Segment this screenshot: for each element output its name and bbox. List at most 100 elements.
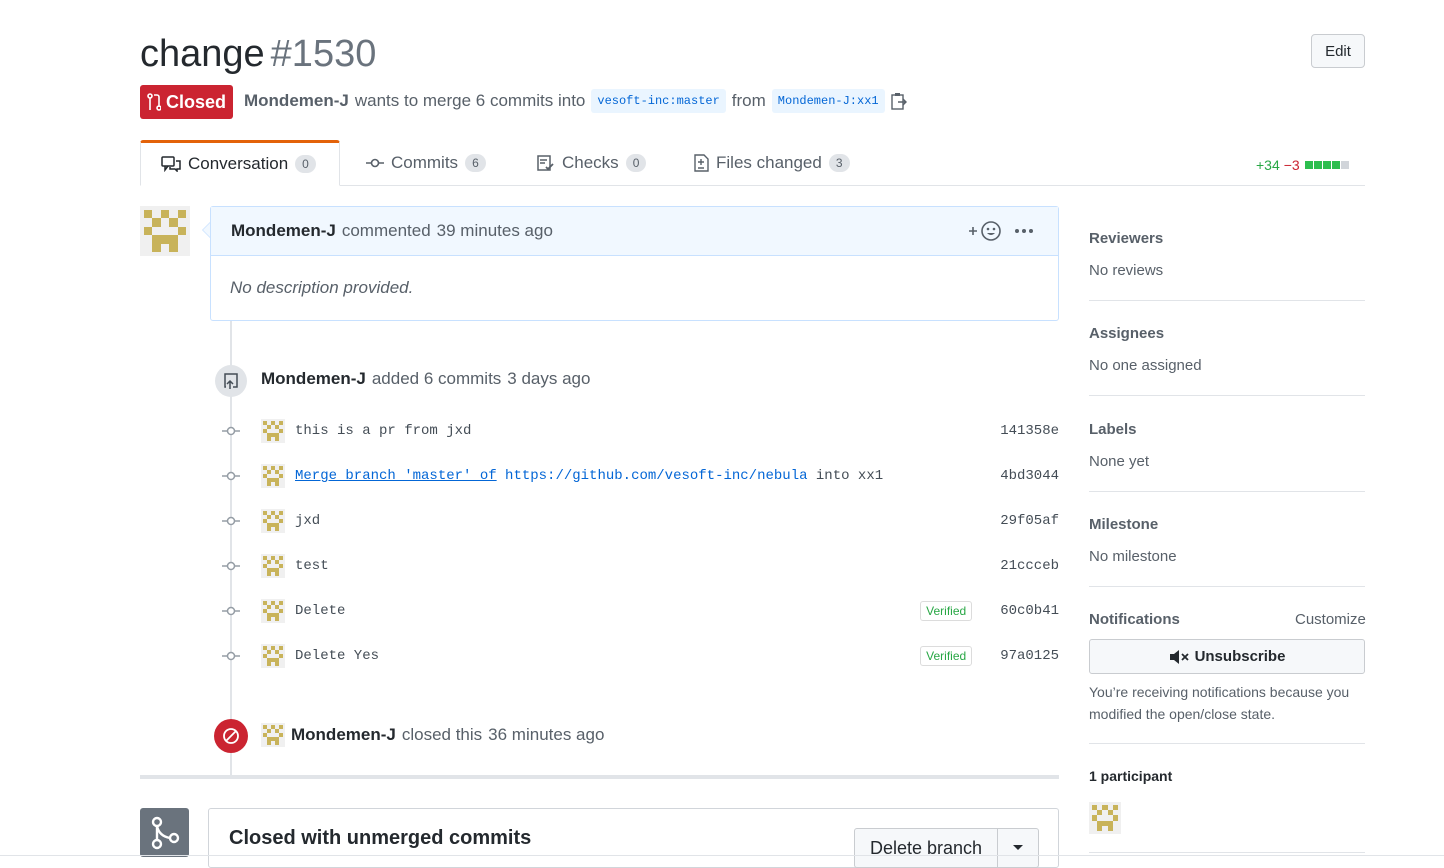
commit-row: Delete Verified 60c0b41 — [222, 596, 1059, 626]
labels-heading[interactable]: Labels — [1089, 421, 1137, 438]
kebab-horizontal-icon[interactable] — [1008, 220, 1038, 242]
reviewers-heading[interactable]: Reviewers — [1089, 230, 1163, 247]
edit-button[interactable]: Edit — [1311, 34, 1365, 68]
status-label: Closed — [165, 91, 226, 112]
repo-push-icon — [224, 373, 238, 389]
closed-badge — [214, 719, 248, 753]
sidebar-divider — [1089, 743, 1365, 744]
commit-sha[interactable]: 141358e — [1000, 423, 1059, 439]
tab-label: Files changed — [716, 153, 822, 172]
event-time[interactable]: 36 minutes ago — [488, 725, 604, 745]
mute-icon — [1169, 649, 1189, 664]
git-commit-icon — [366, 158, 384, 168]
event-author[interactable]: Mondemen-J — [291, 725, 396, 745]
commit-sha[interactable]: 29f05af — [1000, 513, 1059, 529]
pr-number: #1530 — [270, 33, 377, 75]
git-merge-icon — [151, 816, 179, 849]
comment-box: Mondemen-J commented 39 minutes ago No d… — [210, 206, 1059, 321]
avatar[interactable] — [261, 599, 285, 623]
verified-badge[interactable]: Verified — [920, 601, 973, 621]
commit-message-suffix: into xx1 — [815, 468, 884, 484]
sidebar-divider — [1089, 395, 1365, 396]
commit-dot-icon — [222, 422, 240, 440]
commit-dot-icon — [222, 512, 240, 530]
assignees-value: No one assigned — [1089, 357, 1202, 374]
tab-counter: 3 — [828, 154, 850, 172]
author-link[interactable]: Mondemen-J — [244, 91, 349, 111]
avatar[interactable] — [261, 509, 285, 533]
commit-row: Delete Yes Verified 97a0125 — [222, 641, 1059, 671]
avatar[interactable] — [261, 644, 285, 668]
pr-title: change #1530 — [140, 30, 376, 78]
commit-message[interactable]: Delete Yes — [295, 648, 920, 664]
merge-text: wants to merge 6 commits into — [354, 91, 586, 110]
commit-sha[interactable]: 4bd3044 — [1000, 468, 1059, 484]
tab-checks[interactable]: Checks 0 — [537, 140, 647, 186]
commit-sha[interactable]: 21ccceb — [1000, 558, 1059, 574]
commit-message[interactable]: test — [295, 558, 1000, 574]
commit-message[interactable]: jxd — [295, 513, 1000, 529]
customize-link[interactable]: Customize — [1295, 611, 1366, 628]
avatar[interactable] — [261, 554, 285, 578]
commit-message-link[interactable]: Merge branch 'master' of — [295, 468, 497, 484]
avatar[interactable] — [261, 419, 285, 443]
comment-caret-inner — [203, 223, 210, 237]
diffstat-bar — [1304, 161, 1349, 169]
commit-message[interactable]: this is a pr from jxd — [295, 423, 1000, 439]
assignees-heading[interactable]: Assignees — [1089, 325, 1164, 342]
tab-counter: 0 — [295, 155, 316, 173]
event-time[interactable]: 3 days ago — [507, 369, 590, 389]
add-reaction-icon[interactable] — [968, 220, 1002, 242]
event-author[interactable]: Mondemen-J — [261, 369, 366, 389]
participants-heading: 1 participant — [1089, 768, 1173, 784]
tab-label: Commits — [391, 153, 459, 172]
merge-status-icon — [140, 808, 189, 857]
pr-title-text: change — [140, 33, 265, 75]
comment-body: No description provided. — [230, 278, 414, 297]
repo-push-badge — [215, 365, 247, 397]
event-text: closed this — [401, 725, 483, 744]
base-branch-ref[interactable]: vesoft-inc:master — [591, 89, 726, 113]
comment-time[interactable]: 39 minutes ago — [437, 221, 553, 241]
comment-header: Mondemen-J commented 39 minutes ago — [211, 207, 1058, 256]
diffstat: +34 −3 — [1256, 157, 1349, 173]
commit-row: test 21ccceb — [222, 551, 1059, 581]
avatar[interactable] — [261, 464, 285, 488]
delete-branch-dropdown[interactable] — [997, 828, 1039, 868]
commit-sha[interactable]: 97a0125 — [1000, 648, 1059, 664]
clipboard-icon[interactable] — [890, 92, 907, 110]
tab-counter: 6 — [465, 154, 486, 172]
tab-files-changed[interactable]: Files changed 3 — [694, 140, 850, 186]
merge-box-title: Closed with unmerged commits — [229, 827, 532, 849]
tab-conversation[interactable]: Conversation 0 — [140, 140, 340, 186]
commit-sha[interactable]: 60c0b41 — [1000, 603, 1059, 619]
avatar[interactable] — [140, 206, 190, 256]
commit-row: jxd 29f05af — [222, 506, 1059, 536]
delete-branch-button[interactable]: Delete branch — [854, 828, 998, 868]
tab-label: Conversation — [188, 154, 289, 173]
checklist-icon — [537, 155, 554, 171]
comment-author[interactable]: Mondemen-J — [231, 221, 336, 241]
sidebar-divider — [1089, 300, 1365, 301]
comment-action: commented — [341, 221, 431, 240]
triangle-down-icon — [1013, 845, 1023, 850]
commit-dot-icon — [222, 647, 240, 665]
labels-value: None yet — [1089, 453, 1150, 470]
tab-commits[interactable]: Commits 6 — [366, 140, 486, 186]
unsubscribe-button[interactable]: Unsubscribe — [1089, 639, 1365, 674]
status-badge: Closed — [140, 85, 233, 119]
pull-request-closed-icon — [147, 93, 161, 111]
verified-badge[interactable]: Verified — [920, 646, 973, 666]
event-text: added 6 commits — [371, 369, 502, 388]
commit-row: Merge branch 'master' of https://github.… — [222, 461, 1059, 491]
page-bottom-border — [0, 855, 1444, 856]
diffstat-deletions: −3 — [1283, 157, 1300, 173]
avatar[interactable] — [261, 723, 285, 747]
participant-avatar[interactable] — [1089, 802, 1121, 834]
commit-message[interactable]: Delete — [295, 603, 920, 619]
milestone-heading[interactable]: Milestone — [1089, 516, 1158, 533]
commit-message-url[interactable]: https://github.com/vesoft-inc/nebula — [505, 468, 807, 484]
sidebar-divider — [1089, 586, 1365, 587]
head-branch-ref[interactable]: Mondemen-J:xx1 — [771, 89, 885, 113]
reviewers-value: No reviews — [1089, 262, 1164, 279]
